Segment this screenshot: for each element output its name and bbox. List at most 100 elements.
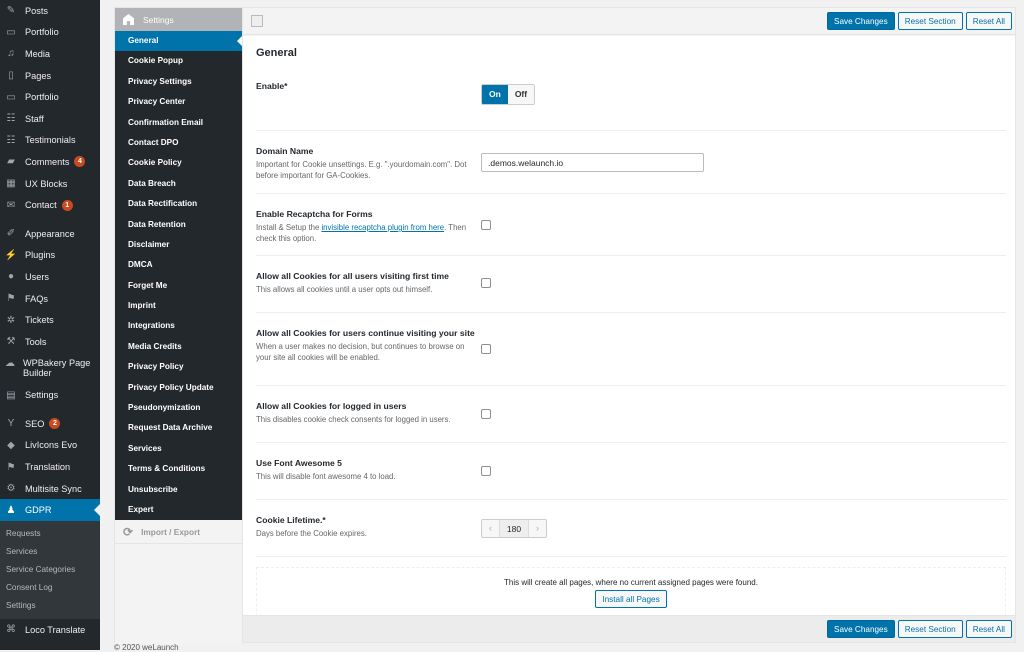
setting-recaptcha: Enable Recaptcha for Forms Install & Set… — [256, 194, 1006, 256]
menu-item-plugins[interactable]: ⚡ Plugins — [0, 245, 100, 267]
menu-item-ux-blocks[interactable]: ▦ UX Blocks — [0, 173, 100, 195]
tab-expert[interactable]: Expert — [115, 500, 242, 520]
menu-item-posts[interactable]: ✎ Posts — [0, 0, 100, 22]
decrement-chevron-icon[interactable]: ‹ — [482, 520, 499, 537]
cloud-icon: ☁ — [5, 358, 15, 369]
menu-item-testimonials[interactable]: ☷ Testimonials — [0, 130, 100, 152]
faq-icon: ⚑ — [6, 293, 16, 305]
submenu-item-consent-log[interactable]: Consent Log — [0, 579, 100, 597]
tab-request-data-archive[interactable]: Request Data Archive — [115, 418, 242, 438]
menu-item-comments[interactable]: ▰ Comments 4 — [0, 151, 100, 173]
menu-item-livicons-evo[interactable]: ◆ LivIcons Evo — [0, 435, 100, 457]
tab-privacy-settings[interactable]: Privacy Settings — [115, 72, 242, 92]
menu-item-media[interactable]: ♫ Media — [0, 43, 100, 65]
cookie-lifetime-input[interactable] — [499, 520, 529, 537]
settings-content: General Enable* On Off Domain Name Import… — [243, 36, 1015, 622]
menu-item-gdpr[interactable]: ♟ GDPR — [0, 499, 100, 522]
font-awesome-checkbox[interactable] — [481, 466, 491, 476]
menu-item-appearance[interactable]: ✐ Appearance — [0, 223, 100, 245]
reset-all-button[interactable]: Reset All — [965, 12, 1012, 30]
menu-item-label: UX Blocks — [25, 178, 68, 189]
allow-continue-checkbox[interactable] — [481, 344, 491, 354]
recaptcha-checkbox[interactable] — [481, 220, 491, 230]
reset-section-button[interactable]: Reset Section — [897, 620, 963, 638]
tab-privacy-center[interactable]: Privacy Center — [115, 92, 242, 112]
livicons-icon: ◆ — [7, 439, 15, 451]
tab-import-export[interactable]: ⟳ Import / Export — [115, 520, 242, 545]
menu-item-users[interactable]: ● Users — [0, 266, 100, 288]
tab-data-retention[interactable]: Data Retention — [115, 215, 242, 235]
menu-item-multisite-sync[interactable]: ⚙ Multisite Sync — [0, 478, 100, 500]
tab-media-credits[interactable]: Media Credits — [115, 337, 242, 357]
menu-item-tools[interactable]: ⚒ Tools — [0, 331, 100, 353]
tab-dmca[interactable]: DMCA — [115, 255, 242, 275]
tab-disclaimer[interactable]: Disclaimer — [115, 235, 242, 255]
menu-item-portfolio[interactable]: ▭ Portfolio — [0, 86, 100, 108]
setting-label: Allow all Cookies for logged in users — [256, 401, 407, 411]
menu-item-staff[interactable]: ☷ Staff — [0, 108, 100, 130]
plugin-icon: ⚡ — [4, 249, 18, 261]
gear-icon: ⚙ — [6, 483, 16, 495]
menu-item-wpbakery-page-builder[interactable]: ☁ WPBakery Page Builder — [0, 353, 100, 385]
recaptcha-plugin-link[interactable]: invisible recaptcha plugin from here — [321, 223, 444, 232]
tab-data-rectification[interactable]: Data Rectification — [115, 194, 242, 214]
tab-services[interactable]: Services — [115, 439, 242, 459]
setting-allow-first-time: Allow all Cookies for all users visiting… — [256, 256, 1006, 313]
tab-privacy-policy[interactable]: Privacy Policy — [115, 357, 242, 377]
menu-item-portfolio[interactable]: ▭ Portfolio — [0, 22, 100, 44]
tab-list: General Cookie Popup Privacy Settings Priva… — [115, 31, 242, 521]
reset-all-button[interactable]: Reset All — [965, 620, 1012, 638]
tab-data-breach[interactable]: Data Breach — [115, 174, 242, 194]
menu-item-settings[interactable]: ▤ Settings — [0, 385, 100, 407]
install-all-pages-button[interactable]: Install all Pages — [595, 590, 667, 608]
translate-icon: ⌘ — [6, 624, 16, 636]
tab-imprint[interactable]: Imprint — [115, 296, 242, 316]
mail-icon: ✉ — [6, 199, 16, 211]
tab-terms-conditions[interactable]: Terms & Conditions — [115, 459, 242, 479]
tab-unsubscribe[interactable]: Unsubscribe — [115, 480, 242, 500]
menu-item-faqs[interactable]: ⚑ FAQs — [0, 288, 100, 310]
allow-logged-in-checkbox[interactable] — [481, 409, 491, 419]
allow-first-time-checkbox[interactable] — [481, 278, 491, 288]
submenu-item-settings[interactable]: Settings — [0, 597, 100, 615]
submenu-item-services[interactable]: Services — [0, 543, 100, 561]
save-changes-button[interactable]: Save Changes — [826, 12, 895, 30]
groups-icon: ☷ — [6, 134, 16, 146]
settings-panel: Settings General Cookie Popup Privacy Sett… — [114, 7, 1016, 644]
tab-integrations[interactable]: Integrations — [115, 316, 242, 336]
settings-tabs: Settings General Cookie Popup Privacy Sett… — [115, 8, 243, 644]
setting-domain-name: Domain Name Important for Cookie unsettin… — [256, 131, 1006, 194]
menu-item-label: Staff — [25, 113, 44, 124]
menu-item-loco-translate[interactable]: ⌘ Loco Translate — [0, 619, 100, 641]
menu-item-label: FAQs — [25, 293, 48, 304]
save-changes-button[interactable]: Save Changes — [826, 620, 895, 638]
expand-options-icon[interactable] — [251, 15, 263, 27]
setting-label: Enable* — [256, 81, 288, 91]
enable-toggle[interactable]: On Off — [481, 84, 536, 105]
menu-item-contact[interactable]: ✉ Contact 1 — [0, 194, 100, 216]
tab-general[interactable]: General — [115, 31, 242, 52]
menu-item-tickets[interactable]: ✲ Tickets — [0, 309, 100, 331]
toggle-off[interactable]: Off — [507, 85, 535, 104]
submenu-item-requests[interactable]: Requests — [0, 525, 100, 543]
reset-section-button[interactable]: Reset Section — [897, 12, 963, 30]
tab-contact-dpo[interactable]: Contact DPO — [115, 133, 242, 153]
toggle-on[interactable]: On — [482, 85, 508, 104]
tab-cookie-policy[interactable]: Cookie Policy — [115, 153, 242, 173]
domain-name-input[interactable] — [481, 153, 704, 172]
menu-item-pages[interactable]: ▯ Pages — [0, 65, 100, 87]
tab-privacy-policy-update[interactable]: Privacy Policy Update — [115, 378, 242, 398]
home-icon — [123, 14, 134, 25]
menu-item-seo[interactable]: Y SEO 2 — [0, 413, 100, 435]
tab-forget-me[interactable]: Forget Me — [115, 276, 242, 296]
tab-pseudonymization[interactable]: Pseudonymization — [115, 398, 242, 418]
tab-cookie-popup[interactable]: Cookie Popup — [115, 51, 242, 71]
submenu-item-service-categories[interactable]: Service Categories — [0, 561, 100, 579]
menu-item-translation[interactable]: ⚑ Translation — [0, 456, 100, 478]
menu-item-label: Portfolio — [25, 27, 59, 38]
settings-section-header[interactable]: Settings — [115, 8, 242, 31]
tab-confirmation-email[interactable]: Confirmation Email — [115, 113, 242, 133]
setting-label: Enable Recaptcha for Forms — [256, 209, 373, 219]
footer-text: © 2020 weLaunch — [114, 643, 179, 652]
increment-chevron-icon[interactable]: › — [529, 520, 546, 537]
